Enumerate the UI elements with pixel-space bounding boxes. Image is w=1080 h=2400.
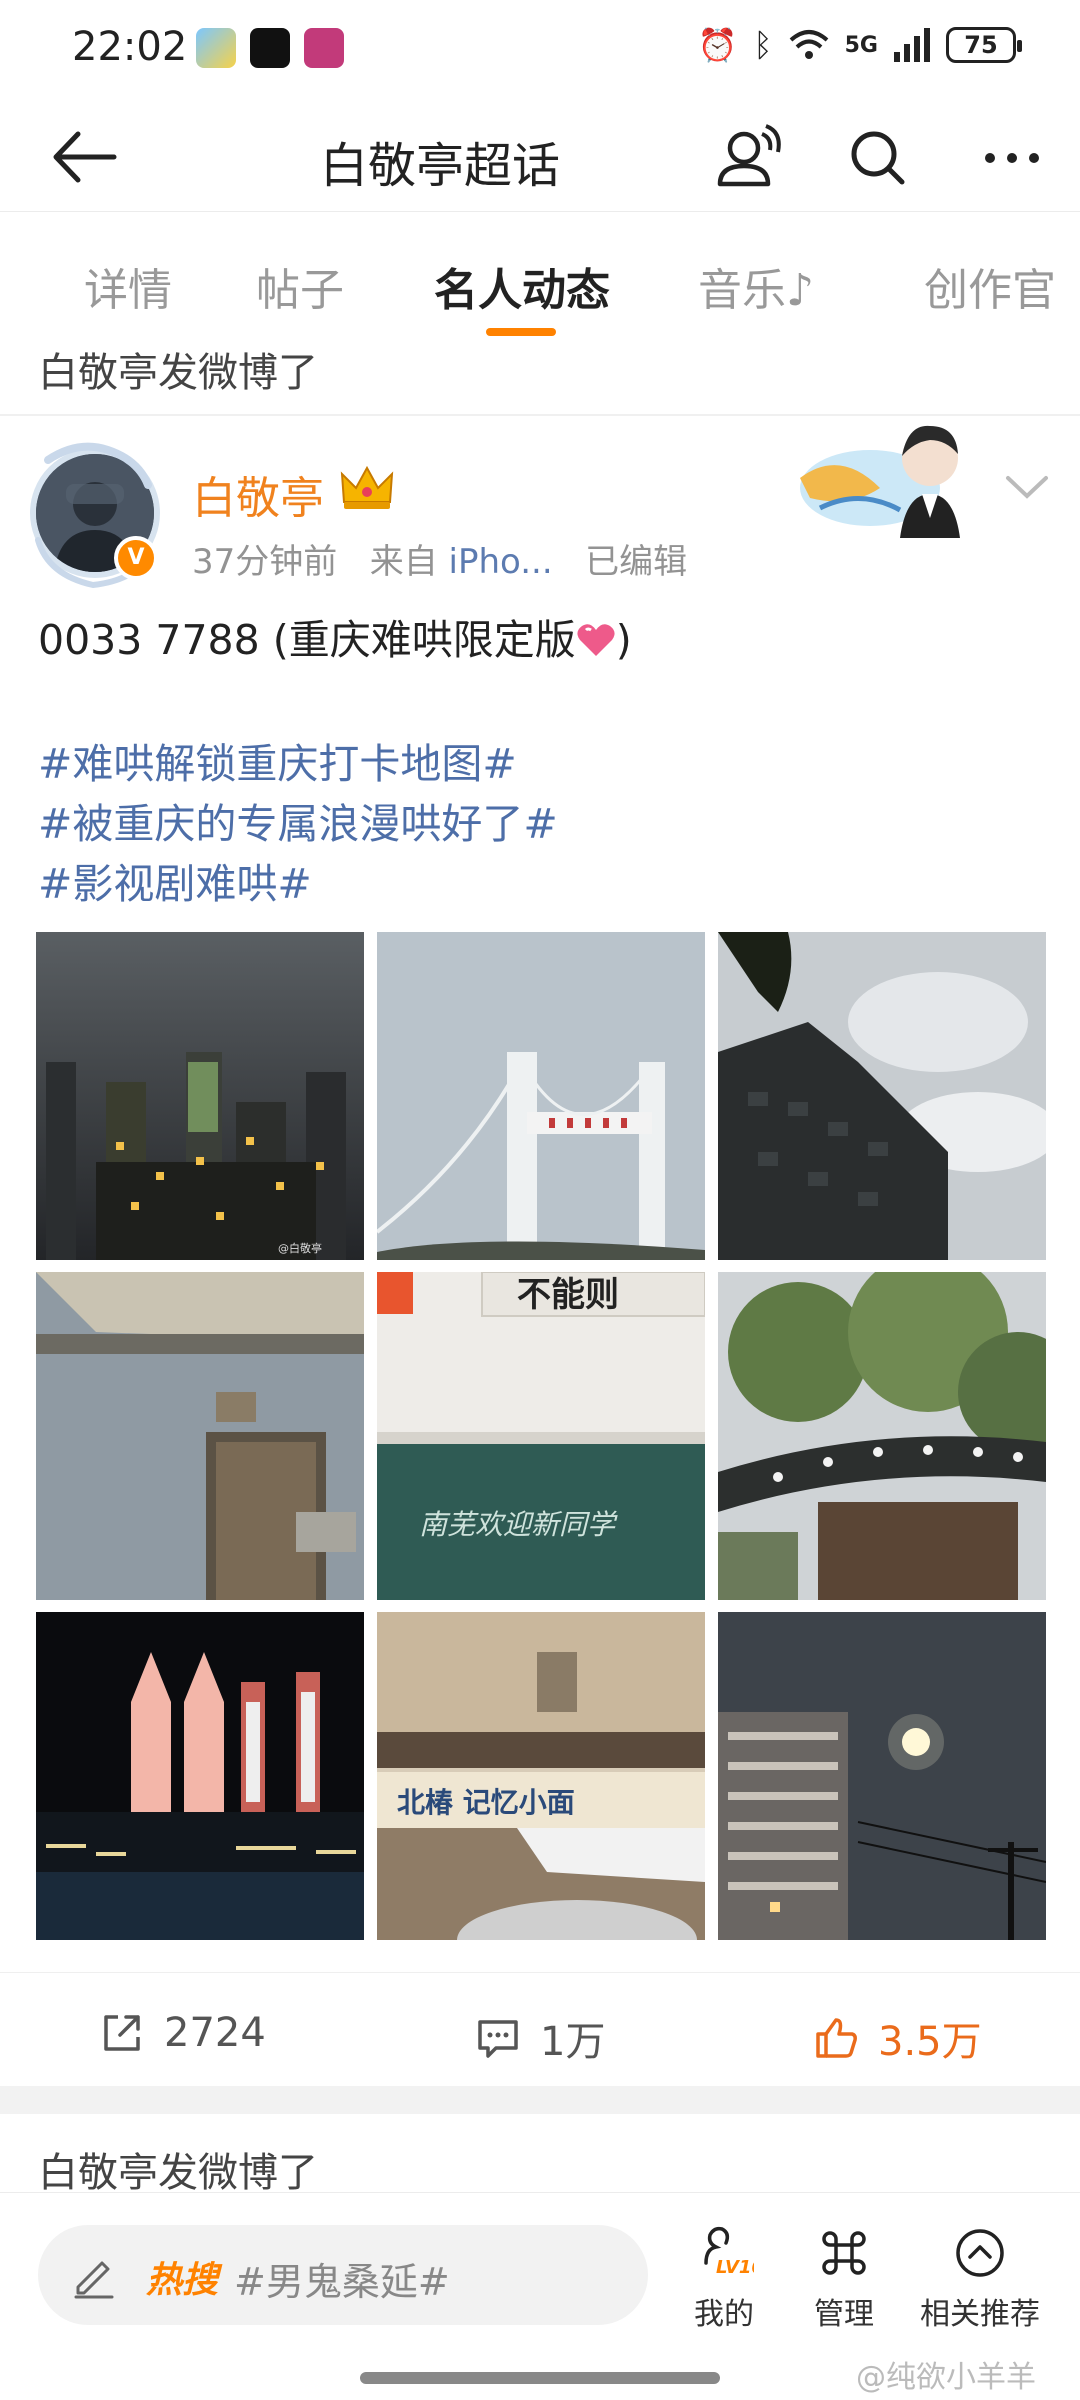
photo-moon-night[interactable] <box>718 1612 1046 1940</box>
notification-app-icon <box>304 28 344 68</box>
shop-sign-text: 北椿 记忆小面 <box>397 1786 575 1819</box>
related-recommend-button[interactable]: 相关推荐 <box>912 2223 1048 2333</box>
edited-label[interactable]: 已编辑 <box>585 542 687 582</box>
related-recommend-label: 相关推荐 <box>920 2297 1040 2332</box>
status-bar: 22:02 ⏰ ᛒ 5G 75 <box>0 0 1080 100</box>
signal-icon <box>894 28 930 62</box>
photo-twin-towers[interactable] <box>36 1612 364 1940</box>
feed-header: 白敬亭发微博了 <box>38 350 318 396</box>
crown-icon <box>340 465 394 509</box>
post-source[interactable]: iPho... <box>449 542 553 582</box>
my-label: 我的 <box>694 2297 754 2332</box>
my-button[interactable]: LV10 我的 <box>676 2223 772 2333</box>
more-options-icon[interactable] <box>970 116 1054 200</box>
next-feed-header: 白敬亭发微博了 <box>38 2150 318 2196</box>
moon-night-image <box>718 1612 1046 1940</box>
post-meta: 37分钟前 来自 iPho... 已编辑 <box>192 534 687 583</box>
post-text-main: 0033 7788 (重庆难哄限定版 <box>38 616 576 664</box>
doorway-image <box>36 1272 364 1600</box>
tab-music[interactable]: 音乐♪ <box>698 254 814 318</box>
hot-search-label: 热搜 <box>146 2260 219 2301</box>
tab-details[interactable]: 详情 <box>84 254 172 318</box>
home-indicator[interactable] <box>360 2372 720 2384</box>
post-action-bar: 2724 1万 3.5万 <box>0 1972 1080 2092</box>
command-icon <box>822 2231 866 2275</box>
topic-link[interactable]: #难哄解锁重庆打卡地图# <box>38 730 517 790</box>
author-name[interactable]: 白敬亭 <box>192 462 324 526</box>
profile-level-icon: LV10 <box>704 2226 754 2278</box>
wifi-icon <box>789 30 828 59</box>
pencil-icon <box>74 2261 114 2299</box>
bluetooth-icon: ᛒ <box>753 26 773 64</box>
manage-button[interactable]: 管理 <box>800 2223 888 2333</box>
status-indicators: ⏰ ᛒ 5G 75 <box>697 26 1022 64</box>
photo-doorway[interactable] <box>36 1272 364 1600</box>
bridge-image <box>377 932 705 1260</box>
nav-bar: 白敬亭超话 <box>0 100 1080 212</box>
twin-towers-image <box>36 1612 364 1940</box>
search-icon[interactable] <box>836 116 920 200</box>
status-app-icons <box>196 28 344 68</box>
level-badge: LV10 <box>716 2257 754 2278</box>
decoration-card <box>800 425 960 538</box>
topic-link[interactable]: #被重庆的专属浪漫哄好了# <box>38 790 558 850</box>
repost-button[interactable]: 2724 <box>98 2009 266 2057</box>
thumbs-up-icon <box>816 2018 857 2058</box>
active-tab-indicator <box>486 328 556 336</box>
photo-building-sky[interactable] <box>718 932 1046 1260</box>
blackboard-image: 不能则 南芜欢迎新同学 <box>377 1272 705 1600</box>
alarm-icon: ⏰ <box>697 26 738 64</box>
post-text: 0033 7788 (重庆难哄限定版) <box>38 606 632 666</box>
hot-search-topic: #男鬼桑延# <box>234 2260 450 2304</box>
building-sky-image <box>718 932 1046 1260</box>
comment-icon <box>478 2020 518 2058</box>
photo-watermark: @白敬亭 <box>278 1241 322 1255</box>
photo-grid: @白敬亭 不能则 南芜欢迎新同学 北椿 记忆小面 <box>36 932 1046 1942</box>
divider <box>0 414 1080 416</box>
photo-suspension-bridge[interactable] <box>377 932 705 1260</box>
post-source-prefix: 来自 <box>369 542 438 582</box>
post-text-close: ) <box>615 616 632 664</box>
weather-app-icon <box>196 28 236 68</box>
tiktok-app-icon <box>250 28 290 68</box>
post-time: 37分钟前 <box>192 542 338 582</box>
like-count: 3.5万 <box>878 2019 982 2065</box>
members-icon[interactable] <box>704 116 788 200</box>
tab-bar: 详情 帖子 名人动态 音乐♪ 创作官 <box>0 212 1080 332</box>
tab-creator[interactable]: 创作官 <box>924 254 1056 318</box>
tab-posts[interactable]: 帖子 <box>256 254 344 318</box>
comment-count: 1万 <box>540 2019 606 2065</box>
battery-indicator: 75 <box>946 27 1022 63</box>
tab-celebrity-updates[interactable]: 名人动态 <box>434 254 610 318</box>
hot-search-input[interactable]: 热搜 #男鬼桑延# <box>38 2225 648 2325</box>
chevron-up-circle-icon <box>956 2229 1004 2277</box>
network-type: 5G <box>844 32 878 58</box>
pavilion-image <box>718 1272 1046 1600</box>
status-time: 22:02 <box>72 24 188 70</box>
verified-badge: V <box>114 536 158 580</box>
photo-pavilion-trees[interactable] <box>718 1272 1046 1600</box>
section-separator <box>0 2086 1080 2114</box>
manage-label: 管理 <box>814 2297 874 2332</box>
repost-count: 2724 <box>164 2010 266 2056</box>
chevron-down-icon[interactable] <box>1004 472 1050 502</box>
photo-blackboard[interactable]: 不能则 南芜欢迎新同学 <box>377 1272 705 1600</box>
heart-emoji-icon <box>577 624 615 656</box>
photo-noodle-shop[interactable]: 北椿 记忆小面 <box>377 1612 705 1940</box>
sign-text: 不能则 <box>517 1275 619 1315</box>
repost-icon <box>104 2015 140 2051</box>
blackboard-text: 南芜欢迎新同学 <box>419 1508 618 1541</box>
photo-night-skyline[interactable]: @白敬亭 <box>36 932 364 1260</box>
noodle-shop-image: 北椿 记忆小面 <box>377 1612 705 1940</box>
topic-link[interactable]: #影视剧难哄# <box>38 850 312 910</box>
comment-button[interactable]: 1万 <box>474 2009 605 2067</box>
night-skyline-image: @白敬亭 <box>36 932 364 1260</box>
watermark: @纯欲小羊羊 <box>856 2360 1036 2395</box>
like-button[interactable]: 3.5万 <box>812 2009 982 2067</box>
